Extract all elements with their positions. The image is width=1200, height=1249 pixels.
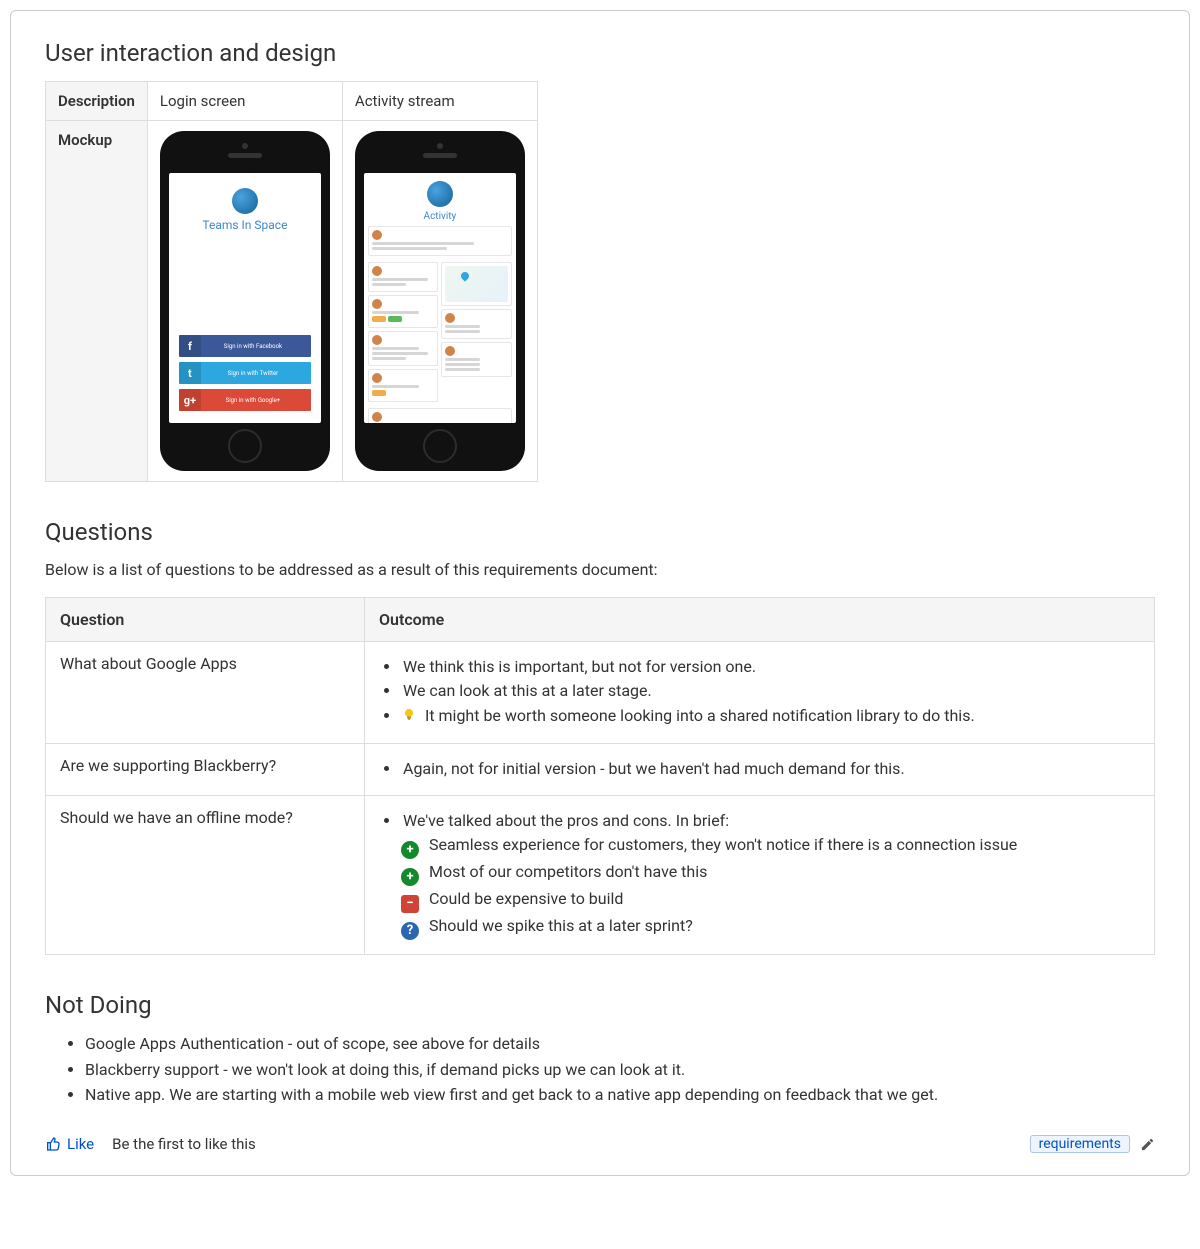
outcome-item: − Could be expensive to build bbox=[401, 888, 1140, 913]
question-cell: Are we supporting Blackberry? bbox=[46, 744, 365, 795]
section-heading-notdoing: Not Doing bbox=[45, 991, 1155, 1019]
outcome-item: Again, not for initial version - but we … bbox=[401, 758, 1140, 780]
tag-requirements[interactable]: requirements bbox=[1030, 1135, 1130, 1153]
questions-header-question: Question bbox=[46, 598, 365, 642]
minus-icon: − bbox=[401, 895, 419, 913]
login-facebook-button: fSign in with Facebook bbox=[179, 335, 311, 357]
outcome-cell: Again, not for initial version - but we … bbox=[365, 744, 1155, 795]
table-row: Are we supporting Blackberry? Again, not … bbox=[46, 744, 1155, 795]
outcome-text: It might be worth someone looking into a… bbox=[423, 706, 975, 725]
outcome-item: + Seamless experience for customers, the… bbox=[401, 834, 1140, 859]
table-row: What about Google Apps We think this is i… bbox=[46, 642, 1155, 744]
section-heading-design: User interaction and design bbox=[45, 39, 1155, 67]
outcome-cell: We think this is important, but not for … bbox=[365, 642, 1155, 744]
login-google-button: g+Sign in with Google+ bbox=[179, 389, 311, 411]
mockups-row-label-description: Description bbox=[46, 82, 148, 121]
mockup-cell-login: Teams In Space fSign in with Facebook tS… bbox=[147, 121, 342, 482]
outcome-item: We think this is important, but not for … bbox=[401, 656, 1140, 678]
mockups-col-title-1: Activity stream bbox=[342, 82, 537, 121]
lightbulb-icon bbox=[401, 707, 417, 729]
mockup-cell-activity: Activity bbox=[342, 121, 537, 482]
not-doing-list: Google Apps Authentication - out of scop… bbox=[45, 1033, 1155, 1106]
questions-header-outcome: Outcome bbox=[365, 598, 1155, 642]
question-cell: Should we have an offline mode? bbox=[46, 795, 365, 955]
outcome-item: We've talked about the pros and cons. In… bbox=[401, 810, 1140, 832]
outcome-text: Should we spike this at a later sprint? bbox=[427, 916, 693, 935]
outcome-item: It might be worth someone looking into a… bbox=[401, 705, 1140, 729]
outcome-text: Seamless experience for customers, they … bbox=[427, 835, 1017, 854]
questions-intro: Below is a list of questions to be addre… bbox=[45, 560, 1155, 579]
section-heading-questions: Questions bbox=[45, 518, 1155, 546]
like-button[interactable]: Like bbox=[45, 1135, 94, 1153]
outcome-cell: We've talked about the pros and cons. In… bbox=[365, 795, 1155, 955]
questions-table: Question Outcome What about Google AppsW… bbox=[45, 597, 1155, 955]
outcome-item: We can look at this at a later stage. bbox=[401, 680, 1140, 702]
pencil-icon bbox=[1140, 1137, 1155, 1152]
outcome-text: We can look at this at a later stage. bbox=[401, 681, 652, 700]
outcome-item: ? Should we spike this at a later sprint… bbox=[401, 915, 1140, 940]
plus-icon: + bbox=[401, 841, 419, 859]
activity-title: Activity bbox=[364, 211, 516, 222]
mockups-row-label-mockup: Mockup bbox=[46, 121, 148, 482]
not-doing-item: Native app. We are starting with a mobil… bbox=[85, 1084, 1155, 1106]
question-cell: What about Google Apps bbox=[46, 642, 365, 744]
mockups-table: Description Login screen Activity stream… bbox=[45, 81, 538, 482]
mockups-col-title-0: Login screen bbox=[147, 82, 342, 121]
phone-mockup-activity: Activity bbox=[355, 131, 525, 471]
rocket-logo-icon bbox=[232, 188, 258, 214]
login-brand: Teams In Space bbox=[169, 218, 321, 232]
outcome-text: Again, not for initial version - but we … bbox=[401, 759, 905, 778]
like-hint: Be the first to like this bbox=[112, 1135, 256, 1153]
plus-icon: + bbox=[401, 868, 419, 886]
outcome-text: Could be expensive to build bbox=[427, 889, 623, 908]
rocket-logo-icon bbox=[427, 181, 453, 207]
table-row: Should we have an offline mode? We've tal… bbox=[46, 795, 1155, 955]
outcome-text: We've talked about the pros and cons. In… bbox=[401, 811, 729, 830]
thumbs-up-icon bbox=[45, 1136, 61, 1152]
outcome-item: + Most of our competitors don't have thi… bbox=[401, 861, 1140, 886]
question-icon: ? bbox=[401, 922, 419, 940]
outcome-text: Most of our competitors don't have this bbox=[427, 862, 707, 881]
login-twitter-button: tSign in with Twitter bbox=[179, 362, 311, 384]
phone-mockup-login: Teams In Space fSign in with Facebook tS… bbox=[160, 131, 330, 471]
outcome-text: We think this is important, but not for … bbox=[401, 657, 756, 676]
edit-labels-button[interactable] bbox=[1140, 1135, 1155, 1153]
like-label: Like bbox=[67, 1135, 94, 1153]
not-doing-item: Google Apps Authentication - out of scop… bbox=[85, 1033, 1155, 1055]
page-footer: Like Be the first to like this requireme… bbox=[45, 1135, 1155, 1153]
not-doing-item: Blackberry support - we won't look at do… bbox=[85, 1059, 1155, 1081]
